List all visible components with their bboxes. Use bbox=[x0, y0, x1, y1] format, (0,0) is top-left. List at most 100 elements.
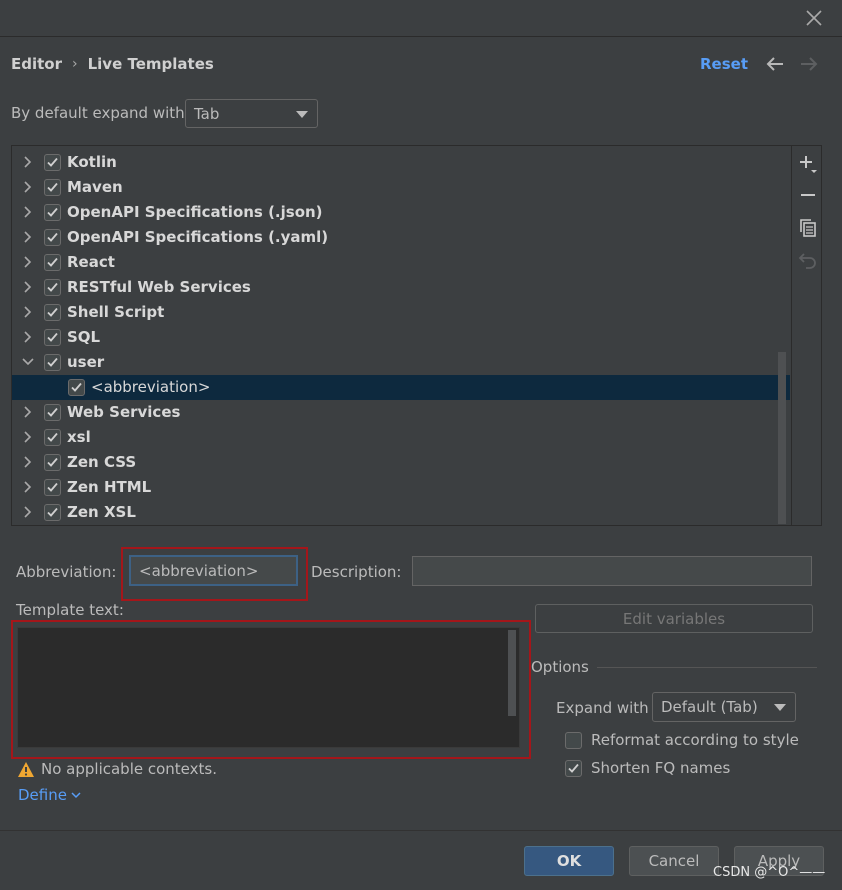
shorten-checkbox[interactable] bbox=[565, 759, 582, 777]
checkmark-icon bbox=[47, 407, 58, 417]
chevron-down-icon[interactable] bbox=[21, 355, 35, 369]
checkmark-icon bbox=[47, 357, 58, 367]
template-checkbox[interactable] bbox=[44, 354, 61, 371]
template-tree: Kotlin Maven OpenAPI Specifications (.json… bbox=[12, 150, 790, 525]
chevron-right-icon[interactable] bbox=[21, 180, 35, 194]
watermark-text: CSDN @^O^—— bbox=[713, 865, 826, 880]
reformat-checkbox[interactable] bbox=[565, 731, 582, 749]
define-link[interactable]: Define bbox=[18, 786, 81, 804]
define-label: Define bbox=[18, 786, 67, 804]
template-checkbox[interactable] bbox=[44, 229, 61, 246]
footer-divider bbox=[0, 830, 842, 831]
expand-with-value: Default (Tab) bbox=[661, 698, 758, 716]
template-group[interactable]: SQL bbox=[12, 325, 790, 350]
tree-item-label: user bbox=[67, 353, 105, 371]
checkmark-icon bbox=[47, 182, 58, 192]
tree-item-label: Web Services bbox=[67, 403, 181, 421]
template-checkbox[interactable] bbox=[44, 479, 61, 496]
template-checkbox[interactable] bbox=[44, 204, 61, 221]
template-checkbox[interactable] bbox=[44, 279, 61, 296]
chevron-right-icon[interactable] bbox=[21, 480, 35, 494]
ok-button[interactable]: OK bbox=[524, 846, 614, 876]
template-checkbox[interactable] bbox=[68, 379, 85, 396]
template-group[interactable]: Zen CSS bbox=[12, 450, 790, 475]
template-group[interactable]: Zen XSL bbox=[12, 500, 790, 525]
chevron-right-icon[interactable] bbox=[21, 255, 35, 269]
template-item[interactable]: <abbreviation> bbox=[12, 375, 790, 400]
chevron-right-icon[interactable] bbox=[21, 430, 35, 444]
checkmark-icon bbox=[47, 432, 58, 442]
template-checkbox[interactable] bbox=[44, 154, 61, 171]
template-checkbox[interactable] bbox=[44, 454, 61, 471]
chevron-right-icon[interactable] bbox=[21, 405, 35, 419]
warning-icon bbox=[18, 761, 34, 777]
template-checkbox[interactable] bbox=[44, 179, 61, 196]
breadcrumb-separator: › bbox=[72, 56, 78, 72]
chevron-right-icon[interactable] bbox=[21, 505, 35, 519]
template-checkbox[interactable] bbox=[44, 304, 61, 321]
tree-item-label: <abbreviation> bbox=[91, 378, 211, 396]
expand-with-select[interactable]: Default (Tab) bbox=[652, 692, 796, 722]
chevron-right-icon[interactable] bbox=[21, 455, 35, 469]
undo-icon[interactable] bbox=[798, 250, 818, 270]
options-title: Options bbox=[531, 658, 589, 676]
template-checkbox[interactable] bbox=[44, 404, 61, 421]
breadcrumb: Editor › Live Templates bbox=[11, 55, 214, 73]
description-input[interactable] bbox=[412, 556, 812, 586]
tree-scrollbar[interactable] bbox=[778, 352, 786, 524]
chevron-down-icon bbox=[71, 792, 81, 799]
checkmark-icon bbox=[47, 507, 58, 517]
checkmark-icon bbox=[47, 332, 58, 342]
tree-item-label: Kotlin bbox=[67, 153, 117, 171]
template-group[interactable]: RESTful Web Services bbox=[12, 275, 790, 300]
template-group[interactable]: user bbox=[12, 350, 790, 375]
template-checkbox[interactable] bbox=[44, 329, 61, 346]
chevron-right-icon[interactable] bbox=[21, 205, 35, 219]
chevron-right-icon[interactable] bbox=[21, 230, 35, 244]
copy-icon[interactable] bbox=[798, 218, 818, 238]
cancel-button[interactable]: Cancel bbox=[629, 846, 719, 876]
remove-icon[interactable] bbox=[798, 186, 818, 206]
shorten-option[interactable]: Shorten FQ names bbox=[565, 759, 730, 777]
template-group[interactable]: Web Services bbox=[12, 400, 790, 425]
template-group[interactable]: React bbox=[12, 250, 790, 275]
breadcrumb-parent[interactable]: Editor bbox=[11, 55, 62, 73]
reset-link[interactable]: Reset bbox=[700, 55, 748, 73]
template-checkbox[interactable] bbox=[44, 504, 61, 521]
template-text-scrollbar[interactable] bbox=[508, 630, 516, 716]
contexts-warning-text: No applicable contexts. bbox=[41, 760, 217, 778]
chevron-right-icon[interactable] bbox=[21, 330, 35, 344]
template-text-editor[interactable] bbox=[17, 627, 520, 748]
contexts-warning: No applicable contexts. bbox=[17, 760, 217, 778]
reformat-label: Reformat according to style bbox=[591, 731, 799, 749]
chevron-right-icon[interactable] bbox=[21, 305, 35, 319]
template-group[interactable]: OpenAPI Specifications (.yaml) bbox=[12, 225, 790, 250]
checkmark-icon bbox=[47, 207, 58, 217]
checkmark-icon bbox=[71, 382, 82, 392]
expand-default-value: Tab bbox=[194, 104, 220, 123]
forward-arrow-icon[interactable] bbox=[798, 54, 820, 74]
title-divider bbox=[0, 36, 842, 37]
checkmark-icon bbox=[47, 482, 58, 492]
template-group[interactable]: Maven bbox=[12, 175, 790, 200]
template-group[interactable]: Zen HTML bbox=[12, 475, 790, 500]
chevron-right-icon[interactable] bbox=[21, 155, 35, 169]
abbreviation-input[interactable]: <abbreviation> bbox=[129, 555, 298, 586]
template-group[interactable]: Kotlin bbox=[12, 150, 790, 175]
edit-variables-button[interactable]: Edit variables bbox=[535, 604, 813, 633]
back-arrow-icon[interactable] bbox=[764, 54, 786, 74]
tree-toolbar bbox=[791, 146, 822, 525]
expand-default-select[interactable]: Tab bbox=[185, 99, 318, 128]
tree-item-label: Shell Script bbox=[67, 303, 165, 321]
template-group[interactable]: Shell Script bbox=[12, 300, 790, 325]
template-group[interactable]: OpenAPI Specifications (.json) bbox=[12, 200, 790, 225]
template-checkbox[interactable] bbox=[44, 254, 61, 271]
close-icon[interactable] bbox=[804, 8, 824, 28]
chevron-right-icon[interactable] bbox=[21, 280, 35, 294]
add-icon[interactable] bbox=[798, 154, 818, 174]
checkmark-icon bbox=[568, 763, 579, 773]
template-checkbox[interactable] bbox=[44, 429, 61, 446]
checkmark-icon bbox=[47, 282, 58, 292]
template-group[interactable]: xsl bbox=[12, 425, 790, 450]
reformat-option[interactable]: Reformat according to style bbox=[565, 731, 799, 749]
